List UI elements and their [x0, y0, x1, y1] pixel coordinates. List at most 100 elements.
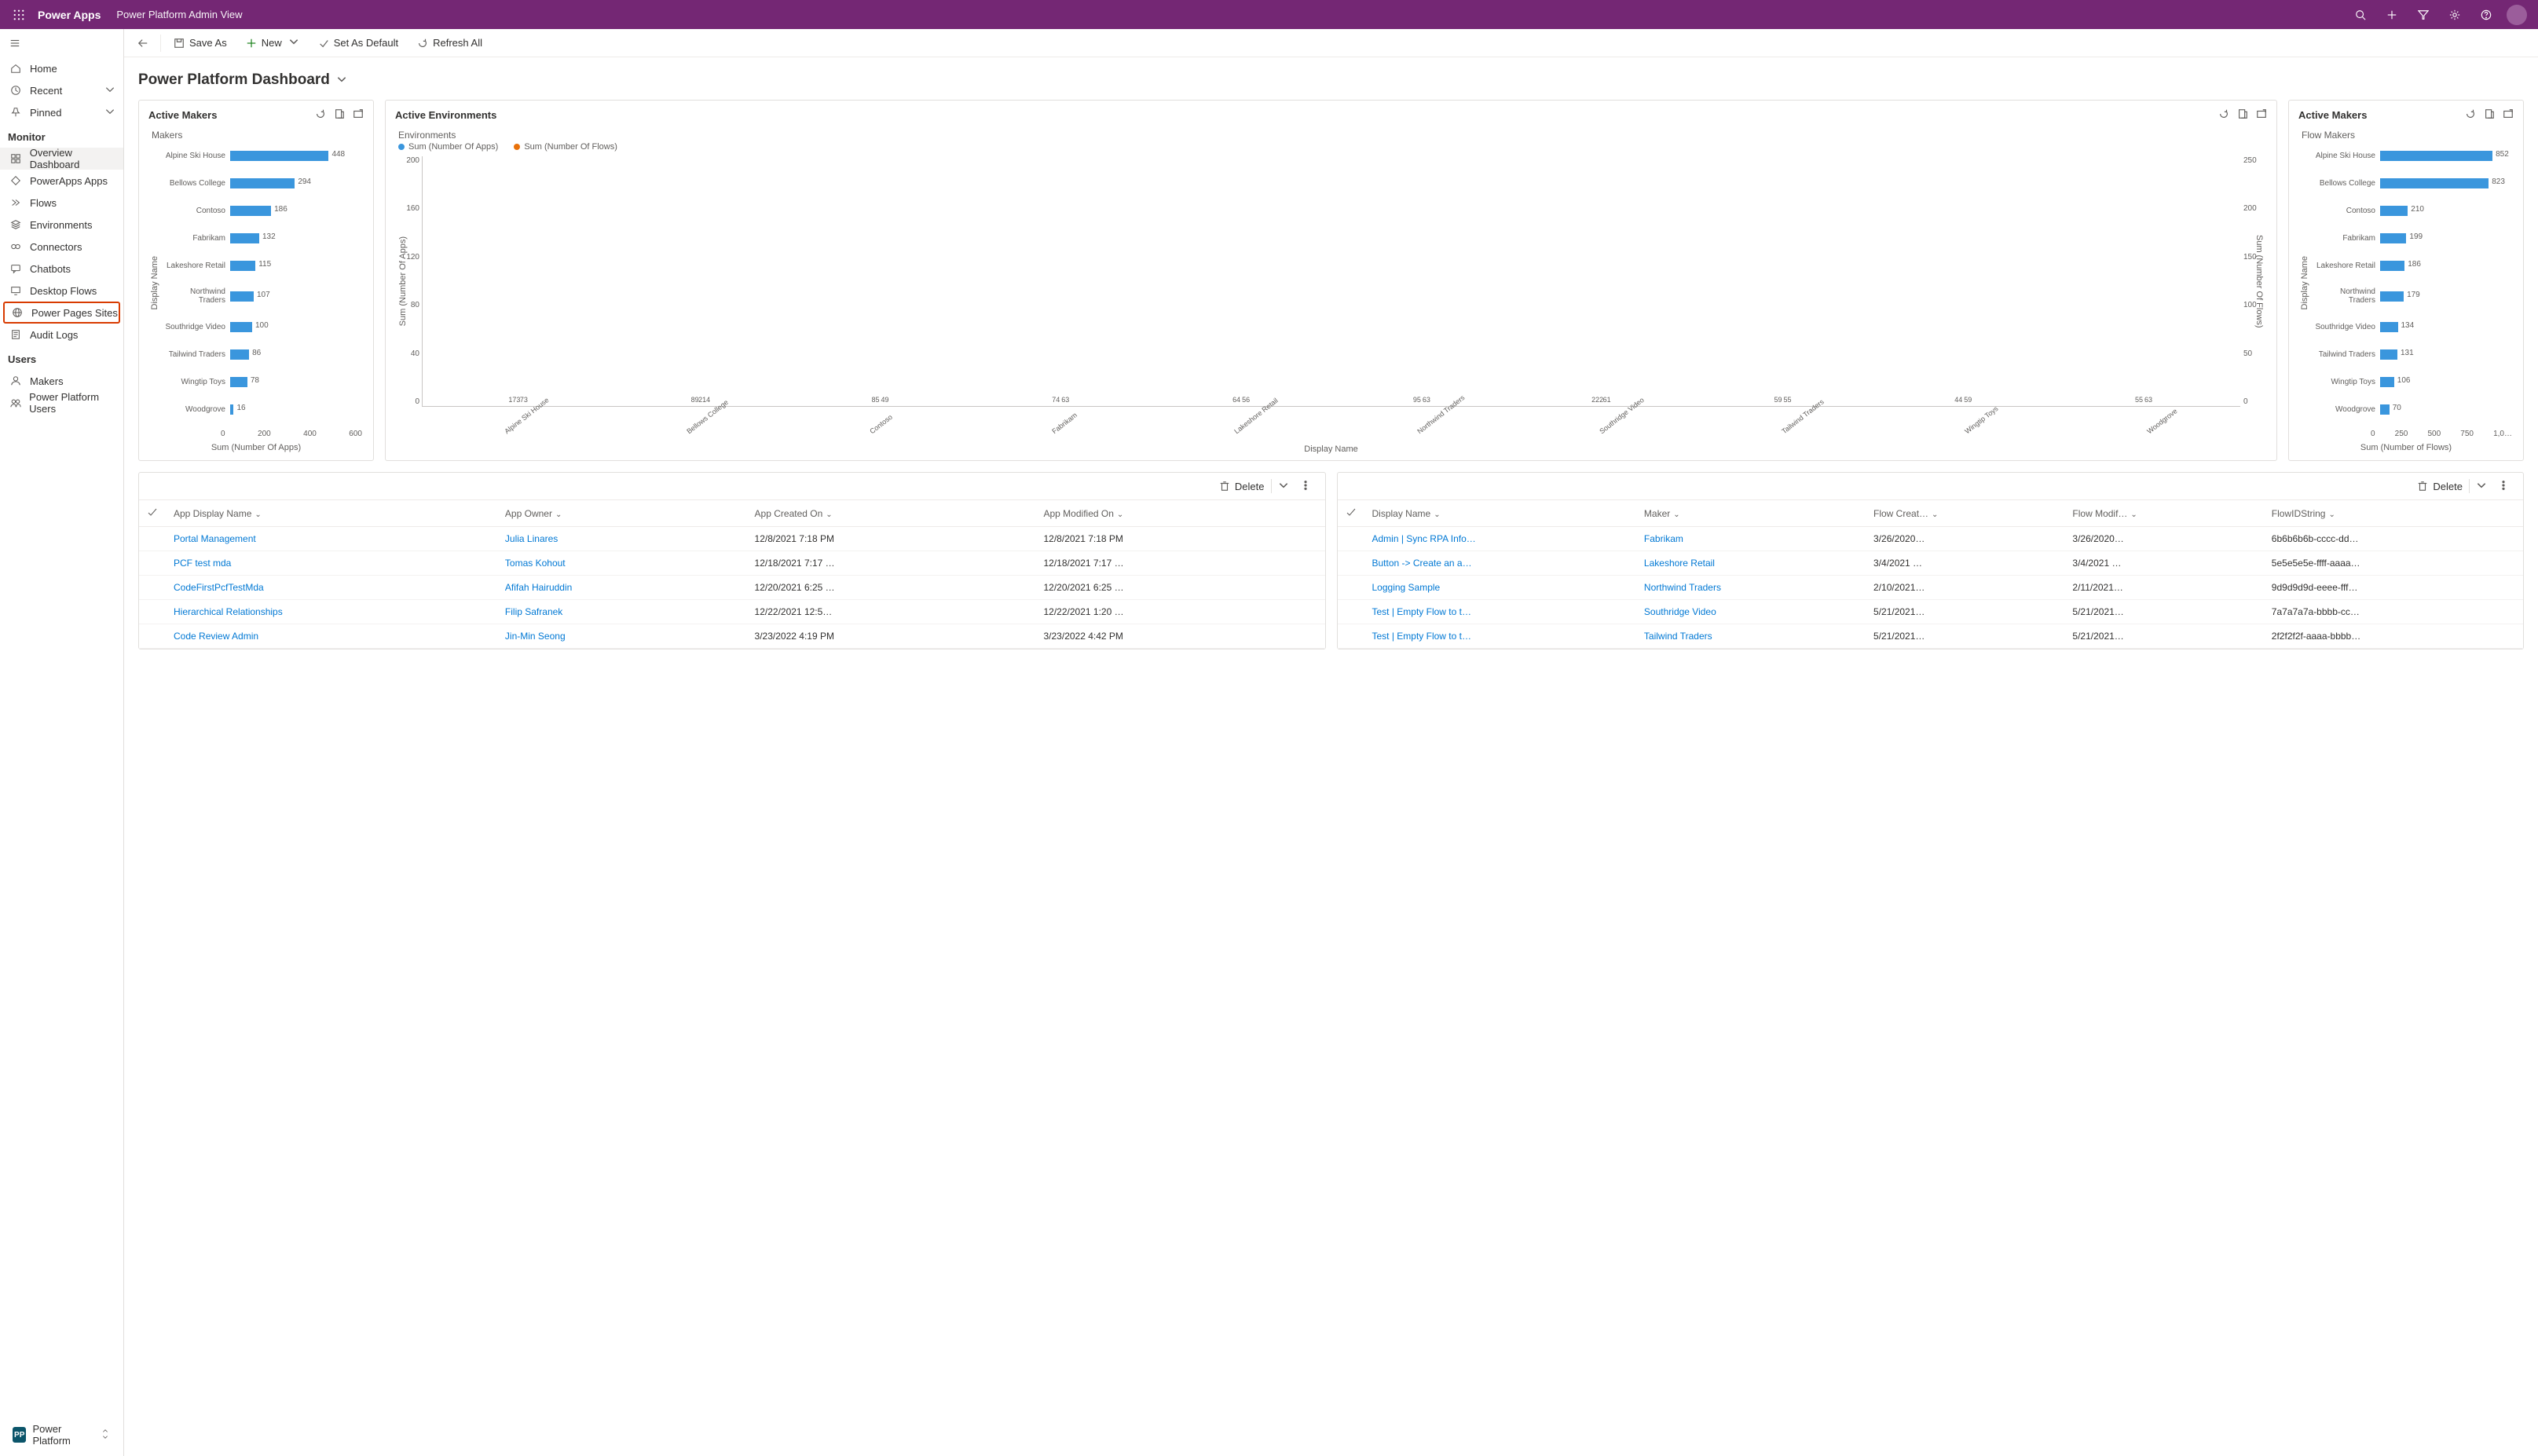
column-header[interactable]: Display Name⌄ [1364, 500, 1636, 527]
set-default-button[interactable]: Set As Default [310, 31, 406, 56]
expand-icon[interactable] [2503, 108, 2514, 122]
bar[interactable] [230, 322, 252, 332]
cell[interactable]: Lakeshore Retail [1636, 551, 1866, 576]
cell[interactable]: Fabrikam [1636, 527, 1866, 551]
table-row[interactable]: Admin | Sync RPA Info…Fabrikam3/26/2020…… [1338, 527, 2524, 551]
select-all[interactable] [139, 500, 166, 527]
refresh-button[interactable]: Refresh All [409, 31, 490, 56]
avatar[interactable] [2507, 5, 2527, 25]
save-as-button[interactable]: Save As [166, 31, 235, 56]
sidebar-item-powerapps-apps[interactable]: PowerApps Apps [0, 170, 123, 192]
column-header[interactable]: FlowIDString⌄ [2264, 500, 2523, 527]
sidebar-item-chatbots[interactable]: Chatbots [0, 258, 123, 280]
row-checkbox[interactable] [1338, 551, 1364, 576]
cell[interactable]: Julia Linares [497, 527, 747, 551]
export-icon[interactable] [334, 108, 345, 122]
table-row[interactable]: Portal ManagementJulia Linares12/8/2021 … [139, 527, 1325, 551]
export-icon[interactable] [2237, 108, 2248, 122]
bar[interactable] [230, 291, 254, 302]
sidebar-item-overview-dashboard[interactable]: Overview Dashboard [0, 148, 123, 170]
column-header[interactable]: App Owner⌄ [497, 500, 747, 527]
bar[interactable] [230, 206, 271, 216]
refresh-icon[interactable] [2465, 108, 2476, 122]
bar[interactable] [2380, 151, 2492, 161]
bar[interactable] [2380, 178, 2489, 188]
sidebar-item-pinned[interactable]: Pinned [0, 101, 123, 123]
table-row[interactable]: Logging SampleNorthwind Traders2/10/2021… [1338, 576, 2524, 600]
row-checkbox[interactable] [139, 624, 166, 649]
cell[interactable]: Northwind Traders [1636, 576, 1866, 600]
cell[interactable]: Filip Safranek [497, 600, 747, 624]
cell[interactable]: Hierarchical Relationships [166, 600, 497, 624]
bar[interactable] [230, 349, 249, 360]
bar[interactable] [2380, 377, 2394, 387]
sidebar-item-connectors[interactable]: Connectors [0, 236, 123, 258]
search-icon[interactable] [2345, 1, 2376, 29]
sidebar-item-audit-logs[interactable]: Audit Logs [0, 324, 123, 346]
row-checkbox[interactable] [1338, 624, 1364, 649]
bar[interactable] [2380, 206, 2408, 216]
table-row[interactable]: PCF test mdaTomas Kohout12/18/2021 7:17 … [139, 551, 1325, 576]
bar[interactable] [230, 151, 328, 161]
expand-icon[interactable] [2256, 108, 2267, 122]
cell[interactable]: Tailwind Traders [1636, 624, 1866, 649]
chevron-down-icon[interactable] [1278, 480, 1289, 493]
bar[interactable] [2380, 322, 2398, 332]
bar[interactable] [2380, 404, 2390, 415]
column-header[interactable]: App Display Name⌄ [166, 500, 497, 527]
bar[interactable] [2380, 233, 2406, 243]
filter-icon[interactable] [2408, 1, 2439, 29]
environment-picker[interactable]: PP Power Platform [5, 1418, 119, 1451]
bar[interactable] [2380, 261, 2404, 271]
cell[interactable]: Test | Empty Flow to t… [1364, 624, 1636, 649]
sidebar-item-power-pages-sites[interactable]: Power Pages Sites [3, 302, 120, 324]
cell[interactable]: Admin | Sync RPA Info… [1364, 527, 1636, 551]
sidebar-item-power-platform-users[interactable]: Power Platform Users [0, 392, 123, 414]
sidebar-item-environments[interactable]: Environments [0, 214, 123, 236]
column-header[interactable]: Flow Creat…⌄ [1866, 500, 2064, 527]
expand-icon[interactable] [353, 108, 364, 122]
bar[interactable] [230, 377, 247, 387]
sidebar-item-desktop-flows[interactable]: Desktop Flows [0, 280, 123, 302]
bar[interactable] [230, 261, 255, 271]
select-all[interactable] [1338, 500, 1364, 527]
page-title[interactable]: Power Platform Dashboard [138, 71, 2524, 89]
table-row[interactable]: Test | Empty Flow to t…Southridge Video5… [1338, 600, 2524, 624]
table-row[interactable]: Hierarchical RelationshipsFilip Safranek… [139, 600, 1325, 624]
sidebar-item-makers[interactable]: Makers [0, 370, 123, 392]
sidebar-item-recent[interactable]: Recent [0, 79, 123, 101]
table-row[interactable]: Test | Empty Flow to t…Tailwind Traders5… [1338, 624, 2524, 649]
export-icon[interactable] [2484, 108, 2495, 122]
column-header[interactable]: Flow Modif…⌄ [2064, 500, 2263, 527]
chevron-down-icon[interactable] [2476, 480, 2487, 493]
column-header[interactable]: Maker⌄ [1636, 500, 1866, 527]
sidebar-item-flows[interactable]: Flows [0, 192, 123, 214]
row-checkbox[interactable] [139, 576, 166, 600]
row-checkbox[interactable] [139, 600, 166, 624]
row-checkbox[interactable] [139, 551, 166, 576]
cell[interactable]: Jin-Min Seong [497, 624, 747, 649]
more-icon[interactable] [2493, 480, 2514, 493]
waffle-icon[interactable] [6, 2, 31, 27]
cell[interactable]: PCF test mda [166, 551, 497, 576]
row-checkbox[interactable] [139, 527, 166, 551]
cell[interactable]: Logging Sample [1364, 576, 1636, 600]
row-checkbox[interactable] [1338, 600, 1364, 624]
bar[interactable] [2380, 291, 2404, 302]
cell[interactable]: Code Review Admin [166, 624, 497, 649]
hamburger-icon[interactable] [0, 29, 123, 57]
cell[interactable]: Test | Empty Flow to t… [1364, 600, 1636, 624]
cell[interactable]: Afifah Hairuddin [497, 576, 747, 600]
bar[interactable] [2380, 349, 2397, 360]
cell[interactable]: Button -> Create an a… [1364, 551, 1636, 576]
row-checkbox[interactable] [1338, 527, 1364, 551]
bar[interactable] [230, 178, 295, 188]
new-button[interactable]: New [238, 31, 307, 56]
more-icon[interactable] [1295, 480, 1316, 493]
back-button[interactable] [130, 31, 156, 56]
refresh-icon[interactable] [2218, 108, 2229, 122]
row-checkbox[interactable] [1338, 576, 1364, 600]
help-icon[interactable] [2470, 1, 2502, 29]
bar[interactable] [230, 404, 233, 415]
cell[interactable]: CodeFirstPcfTestMda [166, 576, 497, 600]
